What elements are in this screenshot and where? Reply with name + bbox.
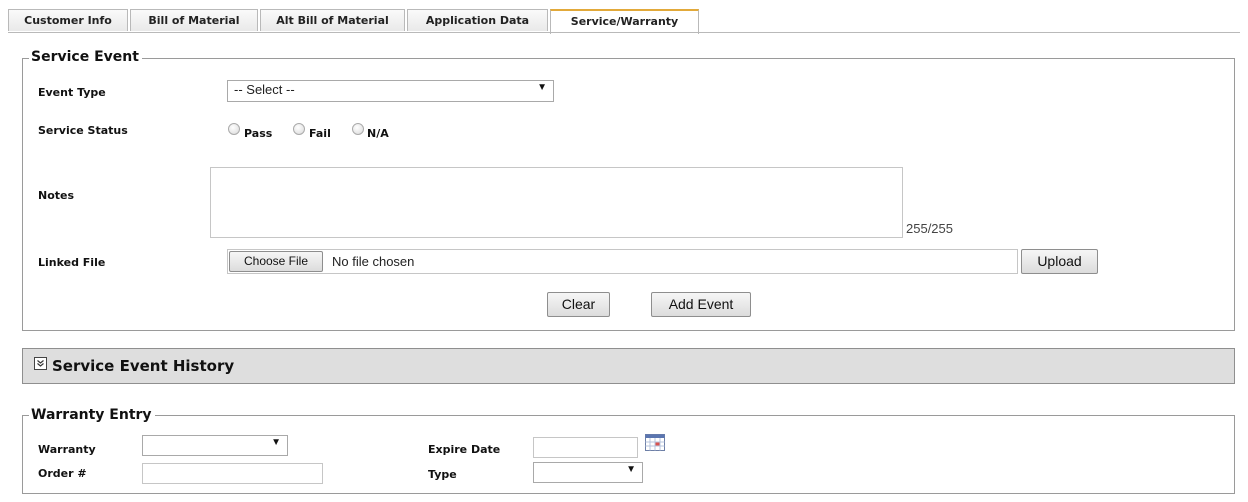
tab-application-data[interactable]: Application Data xyxy=(407,9,548,31)
tab-alt-bill-of-material[interactable]: Alt Bill of Material xyxy=(260,9,405,31)
calendar-icon[interactable] xyxy=(645,434,665,451)
warranty-entry-legend: Warranty Entry xyxy=(29,407,155,423)
upload-button[interactable]: Upload xyxy=(1021,249,1098,274)
double-chevron-down-icon[interactable] xyxy=(34,357,47,370)
dropdown-arrow-icon: ▼ xyxy=(537,82,547,93)
tab-divider xyxy=(8,32,1240,33)
tab-customer-info[interactable]: Customer Info xyxy=(8,9,128,31)
choose-file-button[interactable]: Choose File xyxy=(229,251,323,272)
clear-button[interactable]: Clear xyxy=(547,292,610,317)
service-event-legend: Service Event xyxy=(29,49,142,65)
warranty-label: Warranty xyxy=(38,443,96,456)
order-number-label: Order # xyxy=(38,467,87,480)
dropdown-arrow-icon: ▼ xyxy=(271,437,281,448)
notes-char-counter: 255/255 xyxy=(906,221,953,236)
tab-service-warranty[interactable]: Service/Warranty xyxy=(550,9,699,34)
event-type-label: Event Type xyxy=(38,86,106,99)
status-fail-radio[interactable] xyxy=(293,123,305,135)
status-fail-label: Fail xyxy=(309,127,331,140)
notes-textarea[interactable] xyxy=(210,167,903,238)
status-na-label: N/A xyxy=(367,127,389,140)
expire-date-label: Expire Date xyxy=(428,443,501,456)
status-pass-label: Pass xyxy=(244,127,273,140)
linked-file-label: Linked File xyxy=(38,256,106,269)
event-type-select[interactable]: -- Select -- ▼ xyxy=(227,80,554,102)
add-event-button[interactable]: Add Event xyxy=(651,292,751,317)
warranty-select[interactable]: ▼ xyxy=(142,435,288,456)
status-pass-radio[interactable] xyxy=(228,123,240,135)
expire-date-input[interactable] xyxy=(533,437,638,458)
type-select[interactable]: ▼ xyxy=(533,462,643,483)
type-label: Type xyxy=(428,468,457,481)
service-status-label: Service Status xyxy=(38,124,128,137)
order-number-input[interactable] xyxy=(142,463,323,484)
dropdown-arrow-icon: ▼ xyxy=(626,464,636,475)
event-type-value: -- Select -- xyxy=(234,82,295,97)
notes-label: Notes xyxy=(38,189,75,202)
tab-bill-of-material[interactable]: Bill of Material xyxy=(130,9,258,31)
status-na-radio[interactable] xyxy=(352,123,364,135)
no-file-text: No file chosen xyxy=(332,254,415,269)
service-event-history-title: Service Event History xyxy=(52,357,235,375)
